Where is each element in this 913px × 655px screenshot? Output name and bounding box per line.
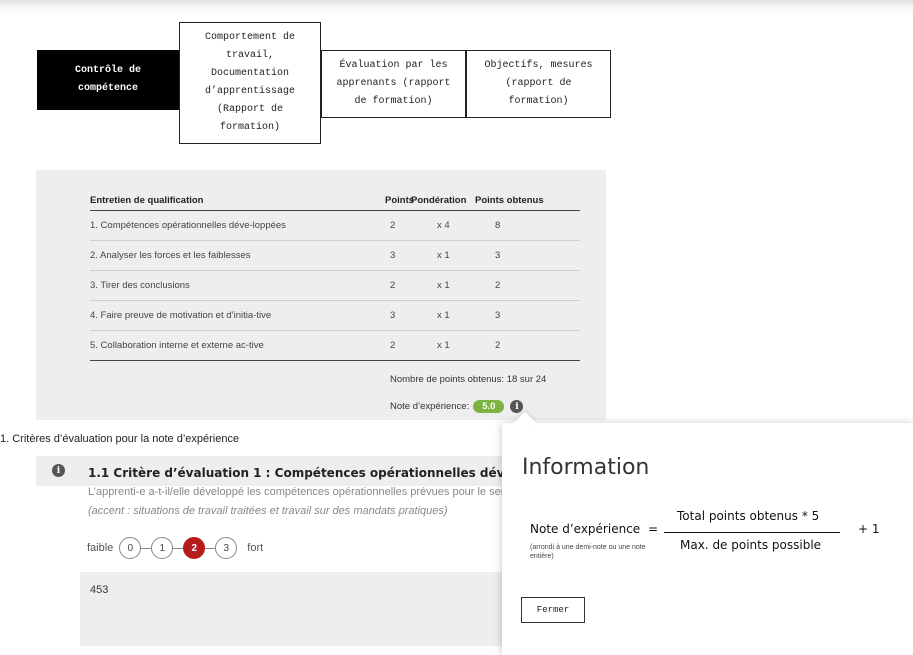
tab-label: Évaluation par les apprenants (rapport d… [336, 60, 451, 107]
tab-label: Comportement de travail, Documentation d… [204, 32, 295, 133]
table-row: 2. Analyser les forces et les faiblesses… [90, 241, 580, 271]
tab-label: Contrôle de compétence [74, 65, 141, 94]
column-header: Pondération [411, 195, 467, 206]
row-obtained: 3 [495, 310, 501, 321]
info-icon[interactable]: i [510, 400, 524, 413]
row-obtained: 3 [495, 250, 501, 261]
row-weight: x 4 [437, 220, 450, 231]
rating-scale: faible 0 1 2 3 fort [87, 537, 263, 559]
scale-connector [141, 547, 152, 549]
criterion-description: L’apprenti-e a-t-il/elle développé les c… [88, 486, 535, 498]
row-weight: x 1 [437, 280, 450, 291]
row-points: 2 [390, 340, 396, 351]
info-icon[interactable]: i [52, 464, 65, 477]
scale-connector [173, 547, 184, 549]
rounding-note: (arrondi à une demi-note ou une note ent… [530, 544, 646, 560]
formula-denominator: Max. de points possible [680, 538, 822, 552]
total-points-text: Nombre de points obtenus: 18 sur 24 [390, 374, 547, 385]
row-label: 5. Collaboration interne et externe ac-t… [90, 340, 264, 351]
tab-evaluation-apprenants[interactable]: Évaluation par les apprenants (rapport d… [321, 50, 466, 118]
row-points: 3 [390, 310, 396, 321]
fraction-line [664, 532, 840, 533]
row-obtained: 8 [495, 220, 501, 231]
row-label: 4. Faire preuve de motivation et d’initi… [90, 310, 272, 321]
experience-grade-row: Note d’expérience: 5.0 i [390, 400, 524, 413]
qualification-table: Entretien de qualification Points Pondér… [90, 191, 580, 361]
scale-option-3[interactable]: 3 [215, 537, 238, 559]
table-row: 5. Collaboration interne et externe ac-t… [90, 331, 580, 361]
close-button[interactable]: Fermer [521, 597, 585, 623]
tab-label: Objectifs, mesures (rapport de formation… [484, 60, 593, 107]
scale-low-label: faible [87, 542, 114, 554]
row-weight: x 1 [437, 310, 450, 321]
table-header-row: Entretien de qualification Points Pondér… [90, 191, 580, 211]
column-header: Entretien de qualification [90, 195, 204, 206]
grade-label: Note d’expérience: [390, 401, 470, 412]
row-obtained: 2 [495, 340, 501, 351]
scale-high-label: fort [247, 542, 264, 554]
scale-connector [205, 547, 216, 549]
criterion-hint: (accent : situations de travail traitées… [88, 505, 448, 517]
scale-option-0[interactable]: 0 [119, 537, 142, 559]
row-obtained: 2 [495, 280, 501, 291]
tab-controle-competence[interactable]: Contrôle de compétence [37, 50, 179, 110]
row-points: 2 [390, 280, 396, 291]
table-row: 1. Compétences opérationnelles déve-lopp… [90, 211, 580, 241]
column-header: Points obtenus [475, 195, 544, 206]
table-row: 3. Tirer des conclusions 2 x 1 2 [90, 271, 580, 301]
column-header: Points [385, 195, 415, 206]
row-label: 1. Compétences opérationnelles déve-lopp… [90, 220, 286, 231]
row-points: 2 [390, 220, 396, 231]
scale-option-2[interactable]: 2 [183, 537, 206, 559]
row-weight: x 1 [437, 250, 450, 261]
tab-comportement-travail[interactable]: Comportement de travail, Documentation d… [179, 22, 321, 144]
formula-plus-one: + 1 [858, 522, 880, 536]
section-title: 1. Critères d’évaluation pour la note d’… [0, 433, 240, 445]
row-label: 2. Analyser les forces et les faiblesses [90, 250, 251, 261]
criterion-title: 1.1 Critère d’évaluation 1 : Compétences… [88, 466, 566, 480]
scale-option-1[interactable]: 1 [151, 537, 174, 559]
table-row: 4. Faire preuve de motivation et d’initi… [90, 301, 580, 331]
tab-objectifs-mesures[interactable]: Objectifs, mesures (rapport de formation… [466, 50, 611, 118]
formula-label: Note d’expérience [530, 522, 641, 536]
popup-title: Information [522, 455, 650, 480]
row-label: 3. Tirer des conclusions [90, 280, 190, 291]
formula-numerator: Total points obtenus * 5 [677, 509, 820, 523]
comment-field[interactable]: 453 [80, 572, 520, 646]
row-points: 3 [390, 250, 396, 261]
row-weight: x 1 [437, 340, 450, 351]
formula-equals: = [648, 522, 659, 536]
grade-badge: 5.0 [473, 400, 505, 413]
